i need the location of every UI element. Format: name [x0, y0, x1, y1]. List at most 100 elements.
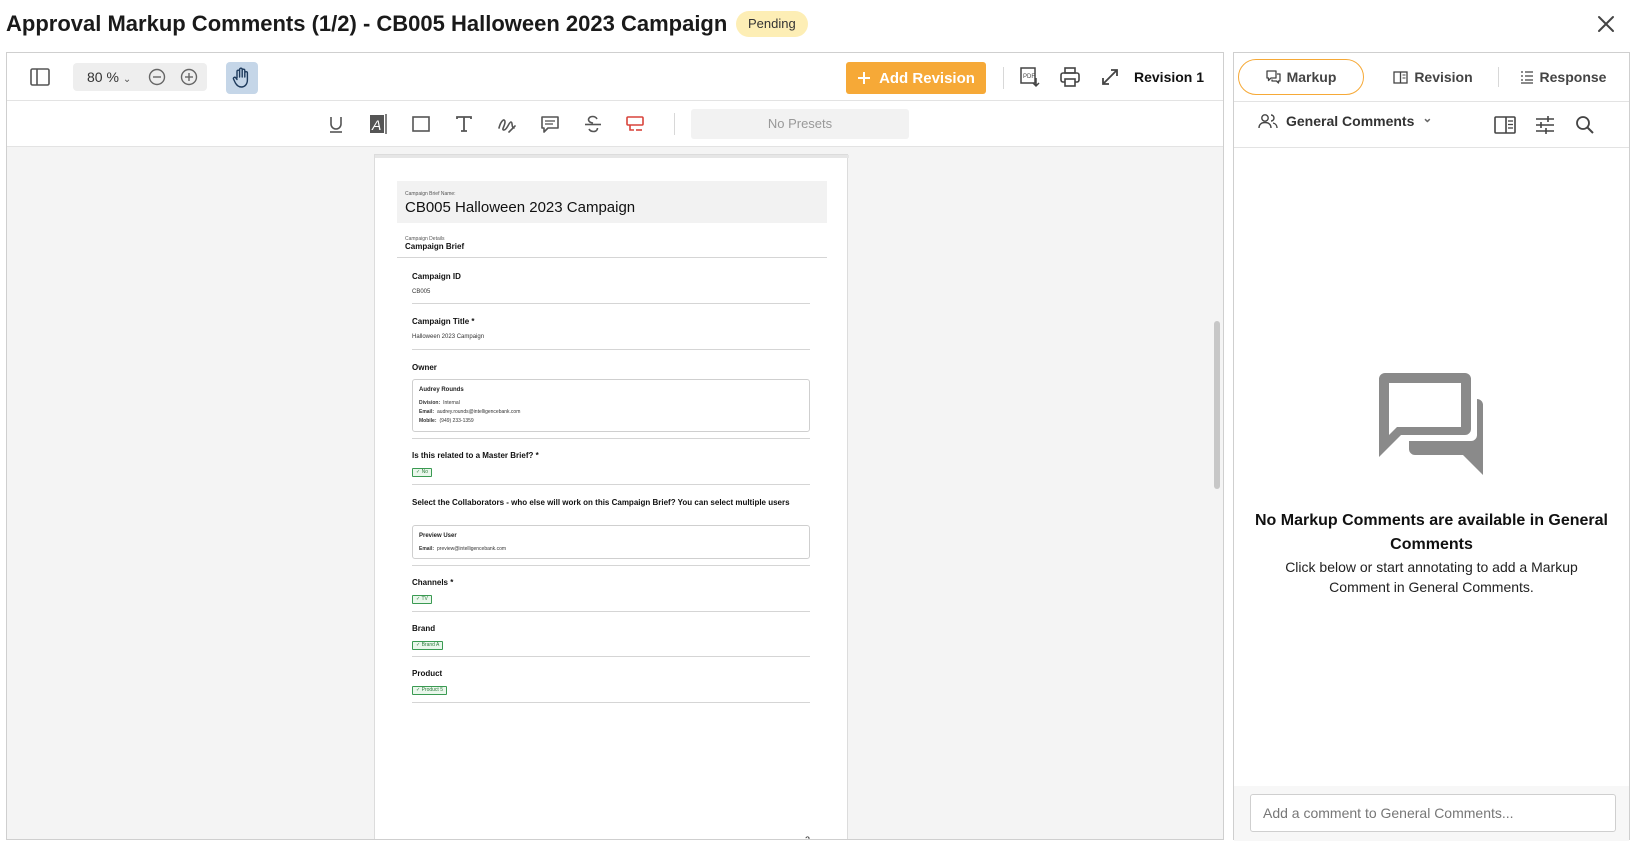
print-button[interactable]	[1057, 65, 1083, 89]
download-pdf-button[interactable]: PDF	[1017, 65, 1043, 89]
tab-markup[interactable]: Markup	[1238, 59, 1364, 95]
strikethrough-tool[interactable]	[582, 113, 604, 135]
freehand-tool[interactable]	[496, 113, 518, 135]
text-icon	[456, 116, 472, 132]
toggle-sidebar-button[interactable]	[27, 65, 53, 89]
close-icon	[1598, 16, 1614, 32]
field-divider	[412, 303, 810, 304]
highlight-text-tool[interactable]: A	[367, 113, 389, 135]
users-icon	[1258, 114, 1278, 129]
campaign-title-label: Campaign Title *	[412, 317, 475, 326]
highlight-text-icon: A	[370, 114, 387, 134]
campaign-title-value: Halloween 2023 Campaign	[412, 334, 485, 340]
markup-icon	[1265, 70, 1281, 84]
comment-composer	[1234, 786, 1629, 841]
master-brief-tag: ✓ No	[412, 468, 432, 477]
revision-label: Revision 1	[1134, 69, 1205, 85]
zoom-out-icon	[148, 68, 166, 86]
comment-tool[interactable]	[539, 113, 561, 135]
toggle-layout-button[interactable]	[1492, 113, 1518, 137]
filter-settings-button[interactable]	[1532, 113, 1558, 137]
underline-tool[interactable]	[325, 113, 347, 135]
freehand-icon	[498, 119, 516, 133]
toolbar-divider	[1003, 67, 1004, 89]
product-label: Product	[412, 669, 443, 678]
empty-state-subtitle: Click below or start annotating to add a…	[1285, 559, 1578, 595]
fullscreen-button[interactable]	[1097, 65, 1123, 89]
page-top-border	[375, 155, 849, 158]
tab-markup-label: Markup	[1286, 69, 1337, 85]
search-button[interactable]	[1572, 113, 1598, 137]
plus-icon	[858, 72, 871, 84]
brief-name-label: Campaign Brief Name:	[405, 191, 456, 197]
brief-name-box: Campaign Brief Name: CB005 Halloween 202…	[397, 181, 827, 223]
add-revision-button[interactable]: Add Revision	[846, 62, 986, 94]
owner-card: Audrey Rounds Division: Internal Email: au…	[412, 379, 810, 432]
collaborator-email: Email: preview@intelligencebank.com	[419, 546, 507, 552]
print-icon	[1060, 67, 1080, 87]
collaborators-label: Select the Collaborators - who else will…	[412, 498, 790, 507]
status-badge: Pending	[736, 11, 808, 37]
empty-state-comments-icon	[1379, 373, 1487, 480]
zoom-out-button[interactable]	[147, 67, 167, 87]
chevron-down-icon: ⌄	[122, 74, 132, 85]
rectangle-tool[interactable]	[410, 113, 432, 135]
owner-name: Audrey Rounds	[419, 387, 464, 393]
revision-icon	[1393, 70, 1408, 84]
owner-email: Email: audrey.rounds@intelligencebank.com	[419, 409, 521, 415]
document-viewer: 80 % ⌄ Add Revision PDF Revision 1 A No …	[6, 52, 1224, 840]
panel-tabs: Markup Revision Response	[1238, 59, 1626, 95]
underline-icon	[330, 117, 342, 133]
owner-label: Owner	[412, 363, 437, 372]
panel-layout-icon	[1494, 116, 1516, 134]
brand-label: Brand	[412, 624, 436, 633]
replace-text-tool[interactable]	[624, 113, 646, 135]
tab-divider	[1498, 67, 1499, 87]
tab-revision[interactable]: Revision	[1370, 59, 1496, 95]
brief-name: CB005 Halloween 2023 Campaign	[405, 199, 636, 216]
owner-division: Division: Internal	[419, 400, 460, 406]
presets-field[interactable]: No Presets	[691, 109, 909, 139]
comment-icon	[541, 116, 559, 133]
campaign-id-label: Campaign ID	[412, 272, 461, 281]
hand-icon	[232, 67, 249, 88]
strikethrough-icon	[585, 115, 601, 133]
campaign-id-value: CB005	[412, 289, 431, 295]
filter-divider	[1234, 147, 1629, 148]
search-icon	[1576, 116, 1594, 134]
comment-input[interactable]	[1250, 794, 1616, 832]
tab-response[interactable]: Response	[1500, 59, 1626, 95]
sidebar-icon	[30, 68, 50, 86]
empty-state-title: No Markup Comments are available in Gene…	[1254, 512, 1608, 553]
channels-label: Channels *	[412, 578, 454, 587]
zoom-select[interactable]: 80 % ⌄	[87, 69, 131, 85]
svg-text:A: A	[371, 117, 381, 133]
viewer-toolbar: 80 % ⌄ Add Revision PDF Revision 1	[7, 53, 1223, 101]
add-revision-label: Add Revision	[879, 69, 975, 87]
page-number: 2	[805, 835, 811, 840]
collaborator-card: Preview User Email: preview@intelligenceb…	[412, 525, 810, 559]
rectangle-icon	[412, 116, 430, 132]
pdf-download-icon: PDF	[1020, 67, 1040, 88]
master-brief-label: Is this related to a Master Brief? *	[412, 451, 539, 460]
zoom-in-icon	[180, 68, 198, 86]
viewer-scrollbar[interactable]	[1214, 321, 1220, 489]
pan-tool-button[interactable]	[226, 62, 258, 94]
field-divider	[412, 565, 810, 566]
document-page: Campaign Brief Name: CB005 Halloween 202…	[374, 154, 849, 840]
response-icon	[1520, 71, 1533, 84]
text-tool[interactable]	[453, 113, 475, 135]
section-divider	[397, 257, 827, 258]
annotation-divider	[674, 113, 675, 135]
expand-icon	[1102, 69, 1118, 85]
zoom-in-button[interactable]	[179, 67, 199, 87]
page-title: Approval Markup Comments (1/2) - CB005 H…	[6, 11, 728, 36]
tab-revision-label: Revision	[1414, 69, 1473, 85]
svg-text:PDF: PDF	[1023, 74, 1035, 80]
close-button[interactable]	[1592, 10, 1620, 38]
comment-filter-select[interactable]: General Comments ⌄	[1258, 111, 1432, 129]
field-divider	[412, 702, 810, 703]
brand-tag: ✓ Brand A	[412, 641, 444, 650]
field-divider	[412, 611, 810, 612]
sliders-icon	[1536, 116, 1554, 134]
